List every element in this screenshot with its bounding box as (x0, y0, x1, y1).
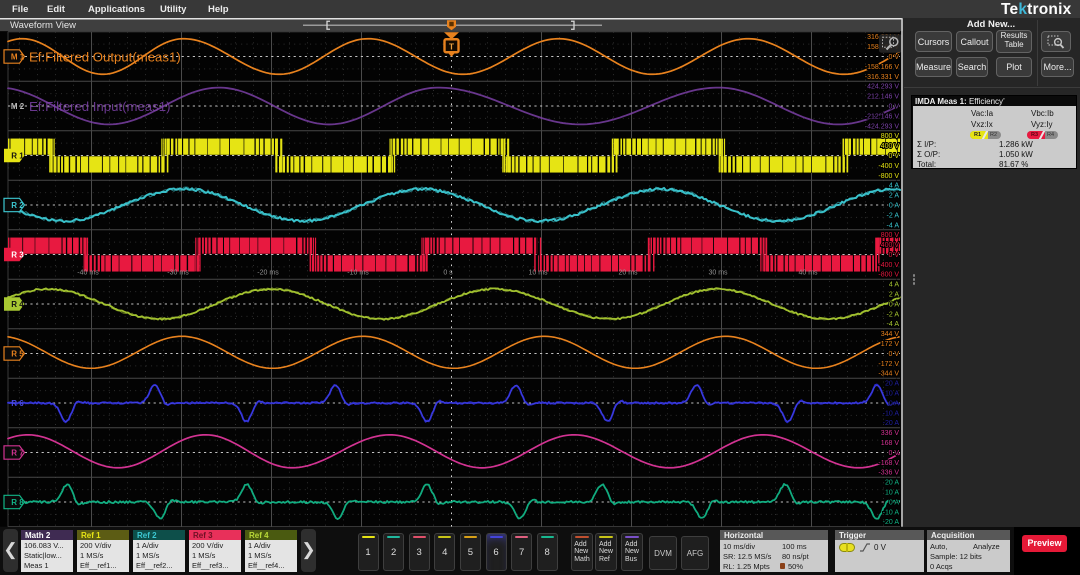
svg-text:0 A: 0 A (889, 400, 899, 407)
svg-text:R 6: R 6 (11, 398, 24, 407)
svg-text:Ef:Filtered Output(meas1): Ef:Filtered Output(meas1) (29, 49, 181, 64)
svg-text:40 ms: 40 ms (798, 269, 818, 276)
svg-text:-30 ms: -30 ms (167, 269, 189, 276)
svg-text:4 A: 4 A (889, 281, 899, 288)
svg-text:-4 A: -4 A (887, 222, 900, 229)
svg-text:-2 A: -2 A (887, 311, 900, 318)
svg-text:172 V: 172 V (881, 340, 900, 347)
svg-text:-10 A: -10 A (883, 509, 900, 516)
svg-text:-40 ms: -40 ms (77, 269, 99, 276)
svg-text:-20 ms: -20 ms (257, 269, 279, 276)
svg-text:-212.146 V: -212.146 V (865, 113, 900, 120)
svg-text:400 V: 400 V (881, 142, 900, 149)
svg-text:-316.331 V: -316.331 V (865, 73, 900, 80)
svg-text:-20 A: -20 A (883, 420, 900, 427)
svg-text:20 A: 20 A (885, 479, 899, 486)
svg-text:-400 V: -400 V (878, 162, 899, 169)
svg-text:-158.166 V: -158.166 V (865, 63, 900, 70)
svg-text:20 ms: 20 ms (618, 269, 638, 276)
svg-text:10 A: 10 A (885, 390, 899, 397)
svg-text:M 1: M 1 (11, 52, 25, 61)
svg-text:-168 V: -168 V (878, 459, 899, 466)
svg-text:-4 A: -4 A (887, 321, 900, 328)
svg-text:0 A: 0 A (889, 499, 899, 506)
svg-text:-344 V: -344 V (878, 370, 899, 377)
svg-text:-20 A: -20 A (883, 519, 900, 526)
svg-text:10 ms: 10 ms (528, 269, 548, 276)
svg-text:R 8: R 8 (11, 497, 24, 506)
svg-text:-2 A: -2 A (887, 212, 900, 219)
svg-text:10 A: 10 A (885, 489, 899, 496)
svg-text:336 V: 336 V (881, 430, 900, 437)
svg-text:0 V: 0 V (888, 350, 899, 357)
svg-text:800 V: 800 V (881, 133, 900, 140)
svg-text:-424.293 V: -424.293 V (865, 123, 900, 130)
svg-text:0 V: 0 V (888, 103, 899, 110)
svg-text:R 3: R 3 (11, 250, 24, 259)
svg-text:168 V: 168 V (881, 439, 900, 446)
svg-text:0 s: 0 s (443, 269, 453, 276)
svg-text:20 A: 20 A (885, 380, 899, 387)
svg-text:-336 V: -336 V (878, 469, 899, 476)
svg-text:4 A: 4 A (889, 182, 899, 189)
svg-text:800 V: 800 V (881, 232, 900, 239)
svg-text:T: T (449, 41, 455, 51)
svg-text:2 A: 2 A (889, 291, 899, 298)
svg-text:0 V: 0 V (888, 251, 899, 258)
svg-text:R 4: R 4 (11, 299, 24, 308)
svg-text:R 2: R 2 (11, 200, 24, 209)
svg-text:0 V: 0 V (888, 449, 899, 456)
svg-text:30 ms: 30 ms (708, 269, 728, 276)
svg-text:344 V: 344 V (881, 331, 900, 338)
svg-text:2 A: 2 A (889, 192, 899, 199)
svg-text:0 V: 0 V (888, 152, 899, 159)
svg-text:212.146 V: 212.146 V (867, 93, 899, 100)
svg-text:-800 V: -800 V (878, 271, 899, 278)
svg-text:R 1: R 1 (11, 151, 24, 160)
svg-text:R 5: R 5 (11, 349, 24, 358)
svg-text:R 7: R 7 (11, 448, 24, 457)
svg-text:Ef:Filtered Input(meas1): Ef:Filtered Input(meas1) (29, 98, 170, 113)
svg-text:-800 V: -800 V (878, 172, 899, 179)
svg-text:-172 V: -172 V (878, 360, 899, 367)
svg-text:0 A: 0 A (889, 301, 899, 308)
svg-text:-400 V: -400 V (878, 261, 899, 268)
svg-text:424.293 V: 424.293 V (867, 83, 899, 90)
svg-text:400 V: 400 V (881, 241, 900, 248)
svg-text:0 V: 0 V (888, 53, 899, 60)
svg-text:-10 A: -10 A (883, 410, 900, 417)
svg-text:0 A: 0 A (889, 202, 899, 209)
svg-text:-10 ms: -10 ms (347, 269, 369, 276)
svg-text:M 2: M 2 (11, 101, 25, 110)
